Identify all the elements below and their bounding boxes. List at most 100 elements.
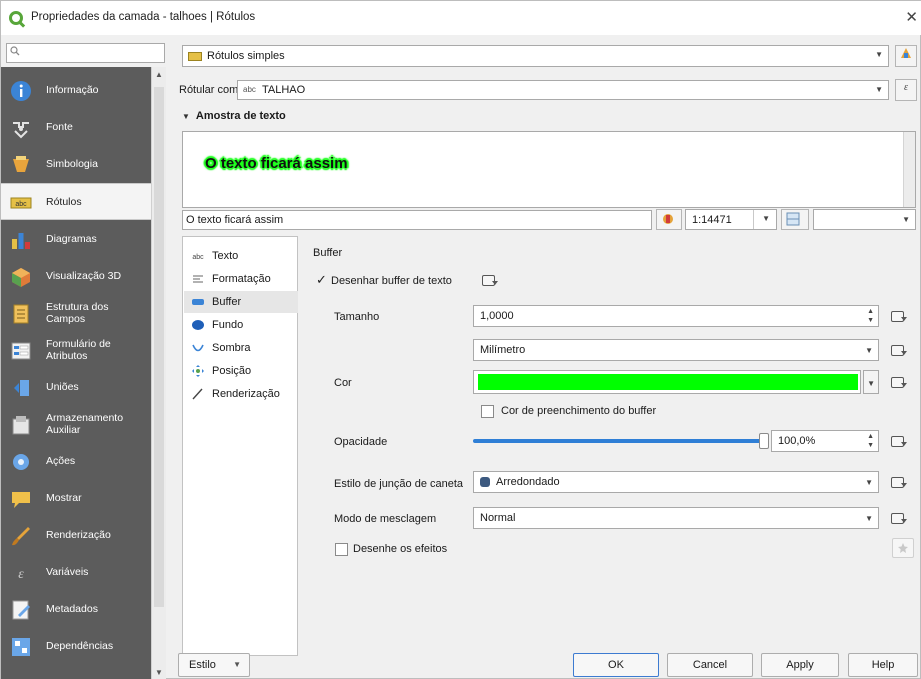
- sidebar-item-label: Diagramas: [46, 233, 97, 245]
- spin-arrows-icon[interactable]: ▲ ▼: [867, 432, 874, 450]
- sidebar-item-unioes[interactable]: Uniões: [1, 369, 151, 406]
- sidebar-item-variaveis[interactable]: ε Variáveis: [1, 554, 151, 591]
- symbology-icon: [13, 156, 29, 172]
- joins-icon: [14, 380, 29, 396]
- expression-button[interactable]: ε: [895, 79, 917, 101]
- size-value: 1,0000: [480, 310, 514, 322]
- sidebar-item-renderizacao[interactable]: Renderização: [1, 517, 151, 554]
- data-defined-override-icon[interactable]: [890, 375, 908, 389]
- sidebar-scrollbar[interactable]: ▲ ▼: [151, 67, 166, 679]
- sidebar-item-label: Mostrar: [46, 492, 82, 504]
- data-defined-override-icon[interactable]: [890, 343, 908, 357]
- tab-renderizacao[interactable]: Renderização: [184, 383, 298, 405]
- sidebar-item-label: Estrutura dos Campos: [46, 301, 109, 325]
- data-defined-override-icon[interactable]: [890, 434, 908, 448]
- background-tab-icon: [192, 320, 204, 330]
- data-defined-override-icon[interactable]: [890, 475, 908, 489]
- chevron-down-icon: ▼: [762, 214, 770, 223]
- tab-label: Formatação: [212, 273, 271, 285]
- scroll-up-icon[interactable]: ▲: [155, 70, 163, 79]
- size-spinbox[interactable]: 1,0000 ▲ ▼: [473, 305, 879, 327]
- color-swatch: [478, 374, 858, 390]
- preview-scrollbar[interactable]: [903, 132, 915, 207]
- style-menu-button[interactable]: Estilo ▼: [178, 653, 250, 677]
- data-defined-override-icon[interactable]: [481, 273, 499, 287]
- tab-buffer[interactable]: Buffer: [184, 291, 298, 313]
- tab-texto[interactable]: abc Texto: [184, 245, 298, 267]
- tab-posicao[interactable]: Posição: [184, 360, 298, 382]
- opacity-slider[interactable]: [473, 439, 763, 443]
- sidebar-item-diagramas[interactable]: Diagramas: [1, 221, 151, 258]
- preview-background-combo[interactable]: ▼: [813, 209, 916, 230]
- sidebar-item-estrutura[interactable]: Estrutura dos Campos: [1, 295, 151, 332]
- sidebar-item-mostrar[interactable]: Mostrar: [1, 480, 151, 517]
- ok-button[interactable]: OK: [573, 653, 659, 677]
- text-sample-section-header[interactable]: ▼ Amostra de texto: [182, 110, 286, 122]
- labeling-mode-combo[interactable]: Rótulos simples ▼: [182, 45, 889, 67]
- sidebar-item-fonte[interactable]: Fonte: [1, 109, 151, 146]
- sidebar-item-armazenamento[interactable]: Armazenamento Auxiliar: [1, 406, 151, 443]
- paint-icon: [663, 214, 673, 224]
- actions-icon: [13, 454, 29, 470]
- blend-mode-combo[interactable]: Normal ▼: [473, 507, 879, 529]
- help-button[interactable]: Help: [848, 653, 918, 677]
- chevron-down-icon: ▼: [875, 85, 883, 94]
- blend-mode-value: Normal: [480, 512, 516, 524]
- draw-buffer-label: Desenhar buffer de texto: [331, 275, 452, 287]
- search-input[interactable]: [6, 43, 165, 63]
- sidebar-item-rotulos[interactable]: abc Rótulos: [1, 183, 151, 220]
- draw-effects-checkbox[interactable]: [335, 543, 348, 556]
- tab-formatacao[interactable]: Formatação: [184, 268, 298, 290]
- draw-buffer-checkbox[interactable]: [315, 272, 328, 288]
- sidebar-item-acoes[interactable]: Ações: [1, 443, 151, 480]
- fill-buffer-checkbox[interactable]: [481, 405, 494, 418]
- reset-sample-button[interactable]: [656, 209, 682, 230]
- cancel-button[interactable]: Cancel: [667, 653, 753, 677]
- apply-button[interactable]: Apply: [761, 653, 839, 677]
- tab-fundo[interactable]: Fundo: [184, 314, 298, 336]
- scroll-thumb[interactable]: [154, 87, 164, 607]
- sidebar-item-metadados[interactable]: Metadados: [1, 591, 151, 628]
- size-label: Tamanho: [334, 311, 380, 323]
- fields-icon: [13, 304, 29, 324]
- opacity-spinbox[interactable]: 100,0% ▲ ▼: [771, 430, 879, 452]
- opacity-label: Opacidade: [334, 436, 388, 448]
- effects-settings-button[interactable]: [892, 538, 914, 558]
- spin-arrows-icon[interactable]: ▲ ▼: [867, 307, 874, 325]
- scroll-down-icon[interactable]: ▼: [155, 668, 163, 677]
- divider: [753, 210, 754, 229]
- sidebar-item-label: Formulário de Atributos: [46, 338, 111, 362]
- color-menu-button[interactable]: ▼: [863, 370, 879, 394]
- draw-effects-label: Desenhe os efeitos: [353, 543, 448, 555]
- auxiliary-storage-icon: [12, 416, 30, 435]
- size-unit-combo[interactable]: Milímetro ▼: [473, 339, 879, 361]
- sidebar-item-label: Dependências: [46, 640, 114, 652]
- close-icon[interactable]: ✕: [905, 8, 918, 26]
- sidebar-item-3d[interactable]: Visualização 3D: [1, 258, 151, 295]
- preview-scale-combo[interactable]: 1:14471 ▼: [685, 209, 777, 230]
- scale-from-map-button[interactable]: [781, 209, 809, 230]
- sidebar-item-label: Renderização: [46, 529, 111, 541]
- sidebar-item-simbologia[interactable]: Simbologia: [1, 146, 151, 183]
- sample-text-input[interactable]: O texto ficará assim: [182, 210, 652, 230]
- sidebar-item-informacao[interactable]: Informação: [1, 72, 151, 109]
- join-style-combo[interactable]: Arredondado ▼: [473, 471, 879, 493]
- sidebar-item-label: Rótulos: [46, 196, 82, 208]
- tab-label: Buffer: [212, 296, 242, 308]
- sidebar-item-label: Ações: [46, 455, 76, 467]
- metadata-icon: [12, 600, 30, 620]
- style-manager-button[interactable]: [895, 45, 917, 67]
- left-pane: Informação Fonte Simbologia abc Rótulos …: [1, 39, 166, 679]
- sidebar-item-dependencias[interactable]: Dependências: [1, 628, 151, 665]
- sidebar-item-label: Visualização 3D: [46, 270, 122, 282]
- data-defined-override-icon[interactable]: [890, 511, 908, 525]
- sidebar-item-label: Fonte: [46, 121, 73, 133]
- buffer-color-button[interactable]: [473, 370, 861, 394]
- window-title: Propriedades da camada - talhoes | Rótul…: [31, 11, 256, 23]
- sidebar-item-formulario[interactable]: Formulário de Atributos: [1, 332, 151, 369]
- data-defined-override-icon[interactable]: [890, 309, 908, 323]
- fill-buffer-label: Cor de preenchimento do buffer: [501, 405, 657, 417]
- opacity-slider-handle[interactable]: [759, 433, 769, 449]
- label-field-combo[interactable]: abc TALHAO ▼: [237, 80, 889, 100]
- tab-sombra[interactable]: Sombra: [184, 337, 298, 359]
